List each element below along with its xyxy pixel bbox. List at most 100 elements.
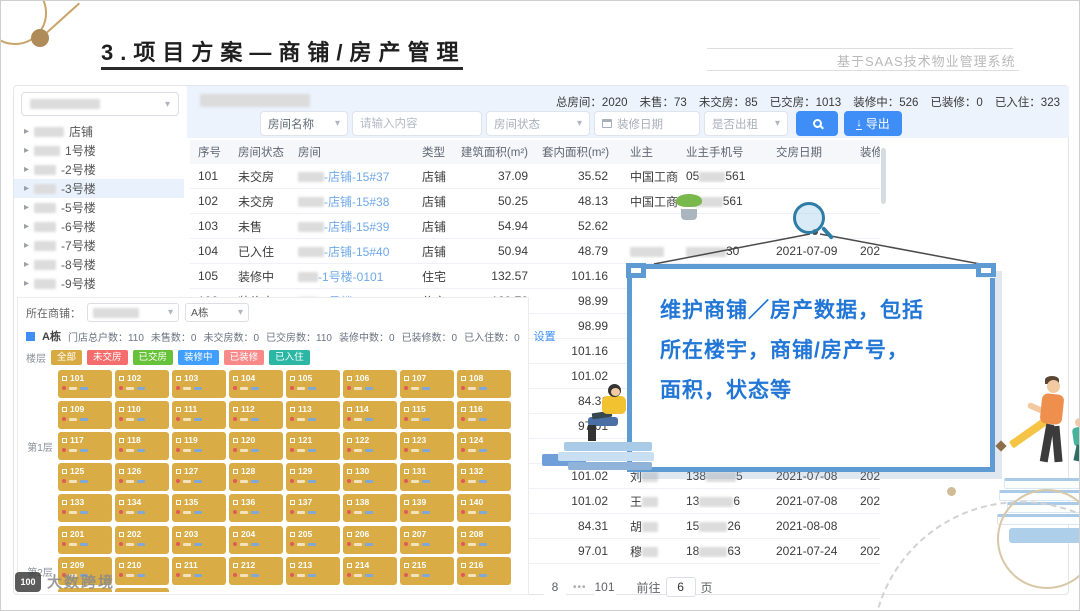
table-row[interactable]: 104 已入住 -店铺-15#40 店铺 50.94 48.79 30 2021-07-09 2… (190, 239, 880, 264)
room-status-marks (404, 542, 450, 546)
room-card[interactable]: 121 (286, 432, 340, 460)
room-card[interactable]: 132 (457, 463, 511, 491)
shop-select[interactable]: ▾ (87, 303, 179, 322)
room-card[interactable]: 139 (400, 494, 454, 522)
room-icon (176, 562, 181, 568)
room-card[interactable]: 133 (58, 494, 112, 522)
room-card[interactable]: 208 (457, 526, 511, 554)
page-button[interactable]: 8 (544, 576, 566, 598)
room-card[interactable]: 134 (115, 494, 169, 522)
room-card[interactable]: 212 (229, 557, 283, 585)
search-button[interactable] (796, 111, 838, 136)
room-card[interactable]: 213 (286, 557, 340, 585)
room-card[interactable]: 204 (229, 526, 283, 554)
room-card[interactable]: 118 (115, 432, 169, 460)
room-card[interactable]: 116 (457, 401, 511, 429)
room-icon (233, 562, 238, 568)
sidebar-item[interactable]: ▸ -6号楼 (14, 217, 184, 236)
table-cell: 52.62 (577, 219, 608, 233)
room-card[interactable]: 137 (286, 494, 340, 522)
room-card[interactable]: 129 (286, 463, 340, 491)
room-card[interactable]: 115 (400, 401, 454, 429)
table-cell: 店铺 (422, 194, 447, 209)
room-card[interactable]: 201 (58, 526, 112, 554)
room-card[interactable]: 138 (343, 494, 397, 522)
room-card[interactable]: 111 (172, 401, 226, 429)
room-card[interactable]: 102 (115, 370, 169, 398)
room-card[interactable]: 131 (400, 463, 454, 491)
room-card[interactable]: 105 (286, 370, 340, 398)
keyword-input[interactable] (352, 111, 482, 136)
floor-summary: 门店总户数：110 未售数：0 未交房数：0 已交房数：110 装修中数：0 已装修数：0… (68, 329, 527, 344)
room-card[interactable]: 218 (115, 588, 169, 592)
sidebar-item[interactable]: ▸ -5号楼 (14, 198, 184, 217)
room-card[interactable]: 210 (115, 557, 169, 585)
legend-tag[interactable]: 全部 (51, 350, 83, 365)
room-card[interactable]: 119 (172, 432, 226, 460)
room-icon (461, 562, 466, 568)
room-card[interactable]: 130 (343, 463, 397, 491)
sidebar-item[interactable]: ▸ -9号楼 (14, 274, 184, 293)
sitting-person-illustration (542, 384, 672, 479)
room-card[interactable]: 108 (457, 370, 511, 398)
room-card[interactable]: 207 (400, 526, 454, 554)
room-card[interactable]: 112 (229, 401, 283, 429)
building-select[interactable]: A栋 ▾ (185, 303, 249, 322)
room-card[interactable]: 106 (343, 370, 397, 398)
sidebar-item[interactable]: ▸ -7号楼 (14, 236, 184, 255)
room-card[interactable]: 211 (172, 557, 226, 585)
redacted-text (34, 126, 65, 137)
room-card[interactable]: 214 (343, 557, 397, 585)
room-card[interactable]: 135 (172, 494, 226, 522)
legend-tag[interactable]: 已入住 (269, 350, 310, 365)
room-status-select[interactable]: 房间状态 ▾ (486, 111, 590, 136)
sidebar-item[interactable]: ▸ -2号楼 (14, 160, 184, 179)
sidebar-item[interactable]: ▸ -8号楼 (14, 255, 184, 274)
legend-tag[interactable]: 装修中 (178, 350, 219, 365)
room-card[interactable]: 127 (172, 463, 226, 491)
sidebar-item[interactable]: ▸ 店铺 (14, 122, 184, 141)
room-card[interactable]: 128 (229, 463, 283, 491)
room-card[interactable]: 120 (229, 432, 283, 460)
room-card[interactable]: 126 (115, 463, 169, 491)
room-card[interactable]: 123 (400, 432, 454, 460)
room-card[interactable]: 110 (115, 401, 169, 429)
chevron-down-icon: ▾ (334, 118, 340, 129)
room-card[interactable]: 140 (457, 494, 511, 522)
community-select[interactable]: ▾ (21, 92, 179, 116)
room-card[interactable]: 215 (400, 557, 454, 585)
settings-link[interactable]: 设置 (534, 328, 556, 344)
room-card[interactable]: 205 (286, 526, 340, 554)
room-card[interactable]: 107 (400, 370, 454, 398)
table-row[interactable]: 103 未售 -店铺-15#39 店铺 54.94 52.62 (190, 214, 880, 239)
page-button[interactable]: 101 (593, 576, 616, 598)
room-card[interactable]: 202 (115, 526, 169, 554)
is-rented-select[interactable]: 是否出租 ▾ (704, 111, 788, 136)
legend-tag[interactable]: 未交房 (87, 350, 128, 365)
legend-tag[interactable]: 已装修 (223, 350, 265, 365)
room-card[interactable]: 206 (343, 526, 397, 554)
room-card[interactable]: 103 (172, 370, 226, 398)
goto-page-input[interactable] (665, 577, 696, 597)
room-name-select[interactable]: 房间名称 ▾ (260, 111, 348, 136)
room-card[interactable]: 117 (58, 432, 112, 460)
table-row[interactable]: 101 未交房 -店铺-15#37 店铺 37.09 35.52 中国工商 05 561 (190, 164, 880, 189)
room-card[interactable]: 113 (286, 401, 340, 429)
room-card[interactable]: 203 (172, 526, 226, 554)
sidebar-item[interactable]: ▸ 1号楼 (14, 141, 184, 160)
room-card[interactable]: 101 (58, 370, 112, 398)
room-card[interactable]: 124 (457, 432, 511, 460)
scrollbar-thumb[interactable] (881, 148, 886, 204)
sidebar-item[interactable]: ▸ -3号楼 (14, 179, 184, 198)
room-card[interactable]: 122 (343, 432, 397, 460)
table-row[interactable]: 102未交房-店铺-15#38店铺50.2548.13中国工商0561 (190, 189, 880, 214)
room-card[interactable]: 136 (229, 494, 283, 522)
room-card[interactable]: 125 (58, 463, 112, 491)
room-card[interactable]: 216 (457, 557, 511, 585)
export-button[interactable]: ↓ 导出 (844, 111, 902, 136)
room-card[interactable]: 114 (343, 401, 397, 429)
room-card[interactable]: 109 (58, 401, 112, 429)
room-card[interactable]: 104 (229, 370, 283, 398)
legend-tag[interactable]: 已交房 (132, 350, 174, 365)
renovation-date-picker[interactable]: 装修日期 (594, 111, 700, 136)
